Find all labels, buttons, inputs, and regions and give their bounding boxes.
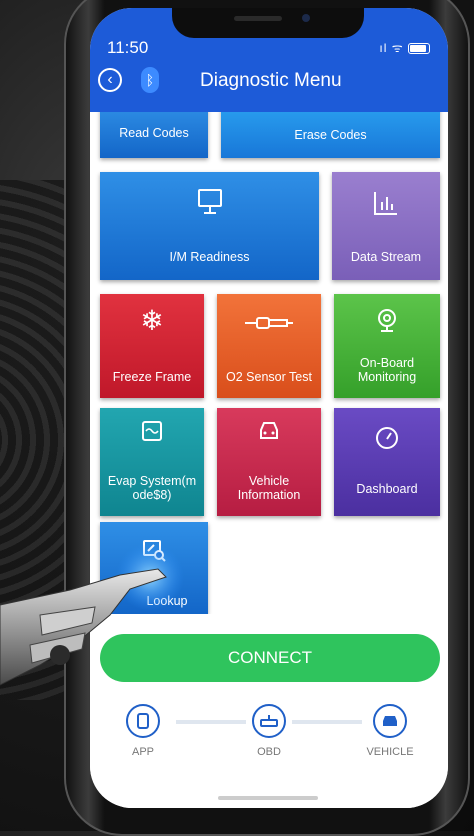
bluetooth-icon[interactable]: ᛒ (141, 67, 159, 93)
evap-system-tile[interactable]: Evap System(m ode$8) (100, 408, 204, 516)
car-front-icon (383, 716, 397, 726)
sensor-probe-icon (217, 312, 321, 340)
erase-codes-label: Erase Codes (294, 128, 367, 142)
battery-icon (408, 43, 430, 55)
app-step-label: APP (131, 746, 154, 758)
back-button[interactable]: ‹ (98, 68, 122, 92)
vehicle-step-label: VEHICLE (366, 746, 414, 758)
data-stream-tile[interactable]: Data Stream (332, 172, 440, 280)
obd-step-label: OBD (257, 746, 281, 758)
dashboard-label: Dashboard (356, 482, 418, 496)
data-stream-label: Data Stream (350, 250, 422, 264)
o2-sensor-test-tile[interactable]: O2 Sensor Test (217, 294, 321, 398)
chevron-left-icon: ‹ (107, 71, 113, 88)
webcam-icon (334, 308, 440, 340)
o2-sensor-test-label: O2 Sensor Test (226, 370, 312, 384)
im-readiness-label: I/M Readiness (169, 250, 250, 264)
notch (172, 8, 364, 38)
status-icons: ıl ᯤ (379, 39, 430, 56)
freeze-frame-tile[interactable]: ❄ Freeze Frame (100, 294, 204, 398)
bar-chart-icon (332, 190, 440, 222)
erase-codes-tile[interactable]: Erase Codes (221, 104, 440, 158)
evap-system-label: Evap System(m ode$8) (107, 474, 197, 502)
freeze-frame-label: Freeze Frame (112, 370, 192, 384)
phone-icon (137, 713, 149, 729)
front-camera (302, 14, 310, 22)
onboard-monitoring-label: On-Board Monitoring (357, 356, 417, 384)
onboard-monitoring-tile[interactable]: On-Board Monitoring (334, 294, 440, 398)
signal-wifi-icon: ıl ᯤ (379, 41, 404, 55)
read-codes-label: Read Codes (119, 126, 189, 140)
gauge-icon (334, 426, 440, 456)
car-icon (217, 420, 321, 448)
page-title: Diagnostic Menu (200, 70, 342, 91)
speaker-grille (234, 16, 282, 21)
step-connector (176, 720, 246, 724)
monitor-icon (100, 188, 319, 222)
im-readiness-tile[interactable]: I/M Readiness (100, 172, 319, 280)
home-indicator (218, 796, 318, 800)
vehicle-information-tile[interactable]: Vehicle Information (217, 408, 321, 516)
router-icon (260, 715, 278, 727)
evap-wave-icon (100, 420, 204, 448)
dashboard-tile[interactable]: Dashboard (334, 408, 440, 516)
status-time: 11:50 (107, 38, 149, 57)
bluetooth-glyph: ᛒ (145, 72, 155, 88)
vehicle-step (373, 704, 407, 738)
read-codes-tile[interactable]: Read Codes (100, 104, 208, 158)
obd-step (252, 704, 286, 738)
vehicle-information-label: Vehicle Information (237, 474, 301, 502)
step-connector (292, 720, 362, 724)
robot-hand-illustration (0, 545, 184, 686)
snowflake-icon: ❄ (140, 305, 164, 336)
